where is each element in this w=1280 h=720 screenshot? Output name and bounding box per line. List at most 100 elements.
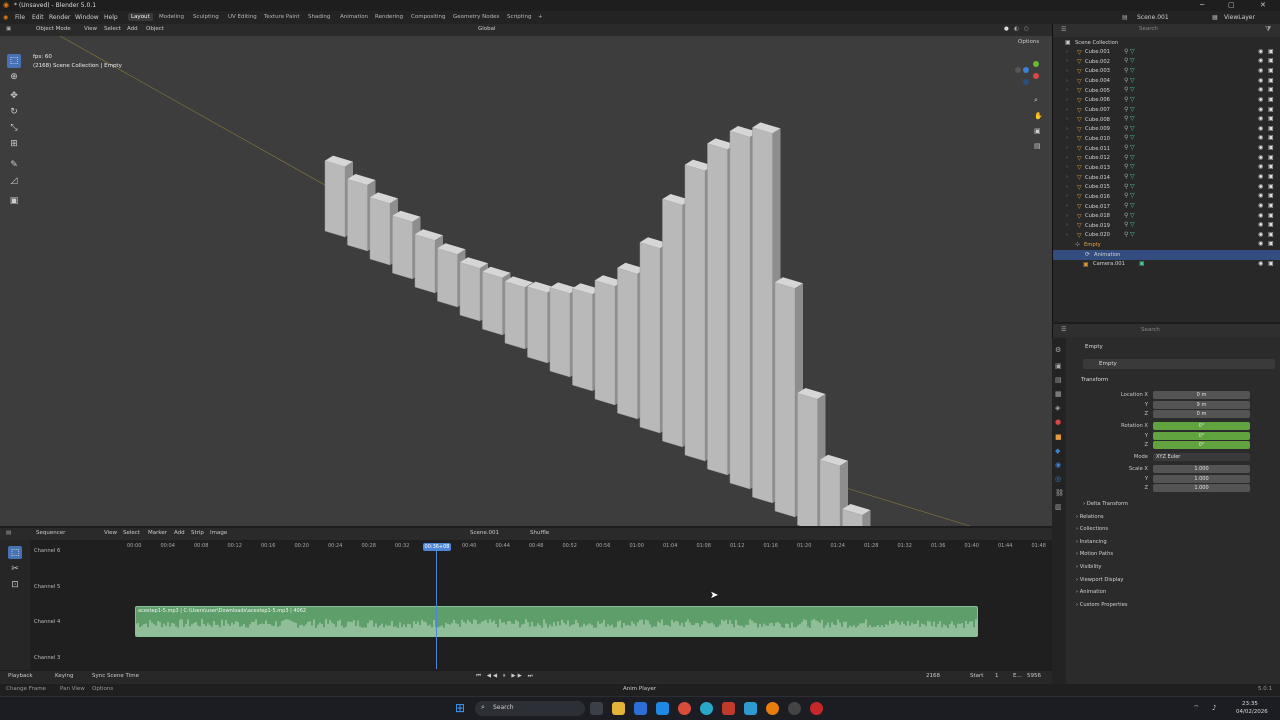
zoom-icon[interactable]: ⌕ [1034,96,1038,105]
render-camera-icon[interactable]: ▣ [1268,192,1274,199]
viewport-options-button[interactable]: Options [1018,39,1039,45]
view-layer-selector[interactable]: ViewLayer [1224,14,1255,21]
workspace-tab-geometry-nodes[interactable]: Geometry Nodes [450,13,502,21]
outliner-item-cube[interactable]: › ▽ Cube.017 ⚲ ▽ ◉ ▣ [1053,202,1280,212]
viewport-menu-view[interactable]: View [84,26,97,32]
workspace-tab-modeling[interactable]: Modeling [156,13,187,21]
bar-cube[interactable] [752,127,773,504]
visibility-eye-icon[interactable]: ◉ [1258,183,1263,190]
render-camera-icon[interactable]: ▣ [1268,106,1274,113]
bar-cube[interactable] [797,392,818,526]
app-icon[interactable] [810,702,823,715]
viewport-menu-select[interactable]: Select [104,26,121,32]
visibility-eye-icon[interactable]: ◉ [1258,154,1263,161]
shuffle-dropdown[interactable]: Shuffle [530,530,549,536]
workspace-tab-animation[interactable]: Animation [337,13,371,21]
shading-material-icon[interactable]: ◐ [1014,26,1019,32]
volume-icon[interactable]: ♪ [1212,704,1216,712]
menu-help[interactable]: Help [104,14,118,21]
expand-arrow-icon[interactable]: › [1066,174,1068,180]
blender-menu-icon[interactable]: ◉ [3,14,8,21]
bar-cube[interactable] [414,233,436,294]
end-frame-field[interactable]: 5956 [1027,673,1041,679]
render-camera-icon[interactable]: ▣ [1268,125,1274,132]
seq-menu-image[interactable]: Image [210,530,227,536]
expand-arrow-icon[interactable]: › [1066,49,1068,55]
add-workspace-button[interactable]: + [535,13,546,21]
outliner-item-cube[interactable]: › ▽ Cube.018 ⚲ ▽ ◉ ▣ [1053,212,1280,222]
expand-arrow-icon[interactable]: › [1066,135,1068,141]
expand-arrow-icon[interactable]: › [1066,116,1068,122]
outliner-item-cube[interactable]: › ▽ Cube.006 ⚲ ▽ ◉ ▣ [1053,96,1280,106]
transform-orientation-dropdown[interactable]: Global [478,26,496,32]
rotation-y-field[interactable]: 0° [1153,432,1250,440]
visibility-eye-icon[interactable]: ◉ [1258,134,1263,141]
playback-dropdown[interactable]: Playback [8,673,33,679]
outliner-search-input[interactable]: Search [1139,26,1158,32]
location-x-field[interactable]: 0 m [1153,391,1250,399]
maximize-icon[interactable]: ▢ [1228,1,1235,9]
expand-arrow-icon[interactable]: › [1066,87,1068,93]
expand-arrow-icon[interactable]: › [1066,164,1068,170]
viewport-menu-add[interactable]: Add [127,26,138,32]
expand-arrow-icon[interactable]: › [1066,58,1068,64]
media-player-icon[interactable] [788,702,801,715]
workspace-tab-rendering[interactable]: Rendering [372,13,406,21]
expand-arrow-icon[interactable]: › [1066,145,1068,151]
render-camera-icon[interactable]: ▣ [1268,48,1274,55]
file-explorer-icon[interactable] [612,702,625,715]
edge-icon[interactable] [700,702,713,715]
section-collections[interactable]: › Collections [1076,526,1108,532]
section-relations[interactable]: › Relations [1076,514,1104,520]
render-camera-icon[interactable]: ▣ [1268,134,1274,141]
seq-menu-view[interactable]: View [104,530,117,536]
render-camera-icon[interactable]: ▣ [1268,260,1274,267]
rotation-mode-dropdown[interactable]: XYZ Euler [1153,453,1250,461]
outliner-item-camera[interactable]: ▣ Camera.001 ▣ ◉ ▣ [1053,260,1280,270]
object-tab-icon[interactable]: ■ [1055,433,1062,441]
outliner-item-cube[interactable]: › ▽ Cube.002 ⚲ ▽ ◉ ▣ [1053,57,1280,67]
app-icon[interactable] [722,702,735,715]
render-camera-icon[interactable]: ▣ [1268,77,1274,84]
sequencer-blade-tool-icon[interactable]: ✂ [8,562,22,576]
visibility-eye-icon[interactable]: ◉ [1258,57,1263,64]
workspace-tab-scripting[interactable]: Scripting [504,13,534,21]
workspace-tab-layout[interactable]: Layout [128,13,153,21]
chrome-icon[interactable] [678,702,691,715]
outliner-item-cube[interactable]: › ▽ Cube.007 ⚲ ▽ ◉ ▣ [1053,106,1280,116]
rotation-z-field[interactable]: 0° [1153,441,1250,449]
bar-cube[interactable] [707,143,728,476]
menu-edit[interactable]: Edit [32,14,44,21]
blender-taskbar-icon[interactable] [766,702,779,715]
bar-cube[interactable] [459,261,481,322]
bar-cube[interactable] [819,459,841,526]
visibility-eye-icon[interactable]: ◉ [1258,163,1263,170]
constraints-tab-icon[interactable]: ⛓ [1055,489,1064,497]
render-camera-icon[interactable]: ▣ [1268,154,1274,161]
visibility-eye-icon[interactable]: ◉ [1258,192,1263,199]
visibility-eye-icon[interactable]: ◉ [1258,48,1263,55]
render-camera-icon[interactable]: ▣ [1268,173,1274,180]
modifier-tab-icon[interactable]: ◆ [1055,447,1060,455]
particles-tab-icon[interactable]: ◉ [1055,461,1061,469]
section-motion-paths[interactable]: › Motion Paths [1076,551,1113,557]
seq-menu-select[interactable]: Select [123,530,140,536]
outliner-editor-icon[interactable]: ☰ [1061,26,1066,33]
render-camera-icon[interactable]: ▣ [1268,86,1274,93]
rotate-tool-icon[interactable]: ↻ [7,105,21,119]
workspace-tab-uv-editing[interactable]: UV Editing [225,13,260,21]
visibility-eye-icon[interactable]: ◉ [1258,212,1263,219]
outliner-item-cube[interactable]: › ▽ Cube.014 ⚲ ▽ ◉ ▣ [1053,173,1280,183]
sequencer-transform-tool-icon[interactable]: ⊡ [8,578,22,592]
outliner-item-cube[interactable]: › ▽ Cube.016 ⚲ ▽ ◉ ▣ [1053,192,1280,202]
section-custom-properties[interactable]: › Custom Properties [1076,602,1127,608]
outliner-item-cube[interactable]: › ▽ Cube.008 ⚲ ▽ ◉ ▣ [1053,115,1280,125]
outliner-item-cube[interactable]: › ▽ Cube.010 ⚲ ▽ ◉ ▣ [1053,134,1280,144]
section-instancing[interactable]: › Instancing [1076,539,1107,545]
visibility-eye-icon[interactable]: ◉ [1258,144,1263,151]
render-camera-icon[interactable]: ▣ [1268,115,1274,122]
location-y-field[interactable]: 9 m [1153,401,1250,409]
visibility-eye-icon[interactable]: ◉ [1258,125,1263,132]
visibility-eye-icon[interactable]: ◉ [1258,231,1263,238]
keying-dropdown[interactable]: Keying [55,673,73,679]
